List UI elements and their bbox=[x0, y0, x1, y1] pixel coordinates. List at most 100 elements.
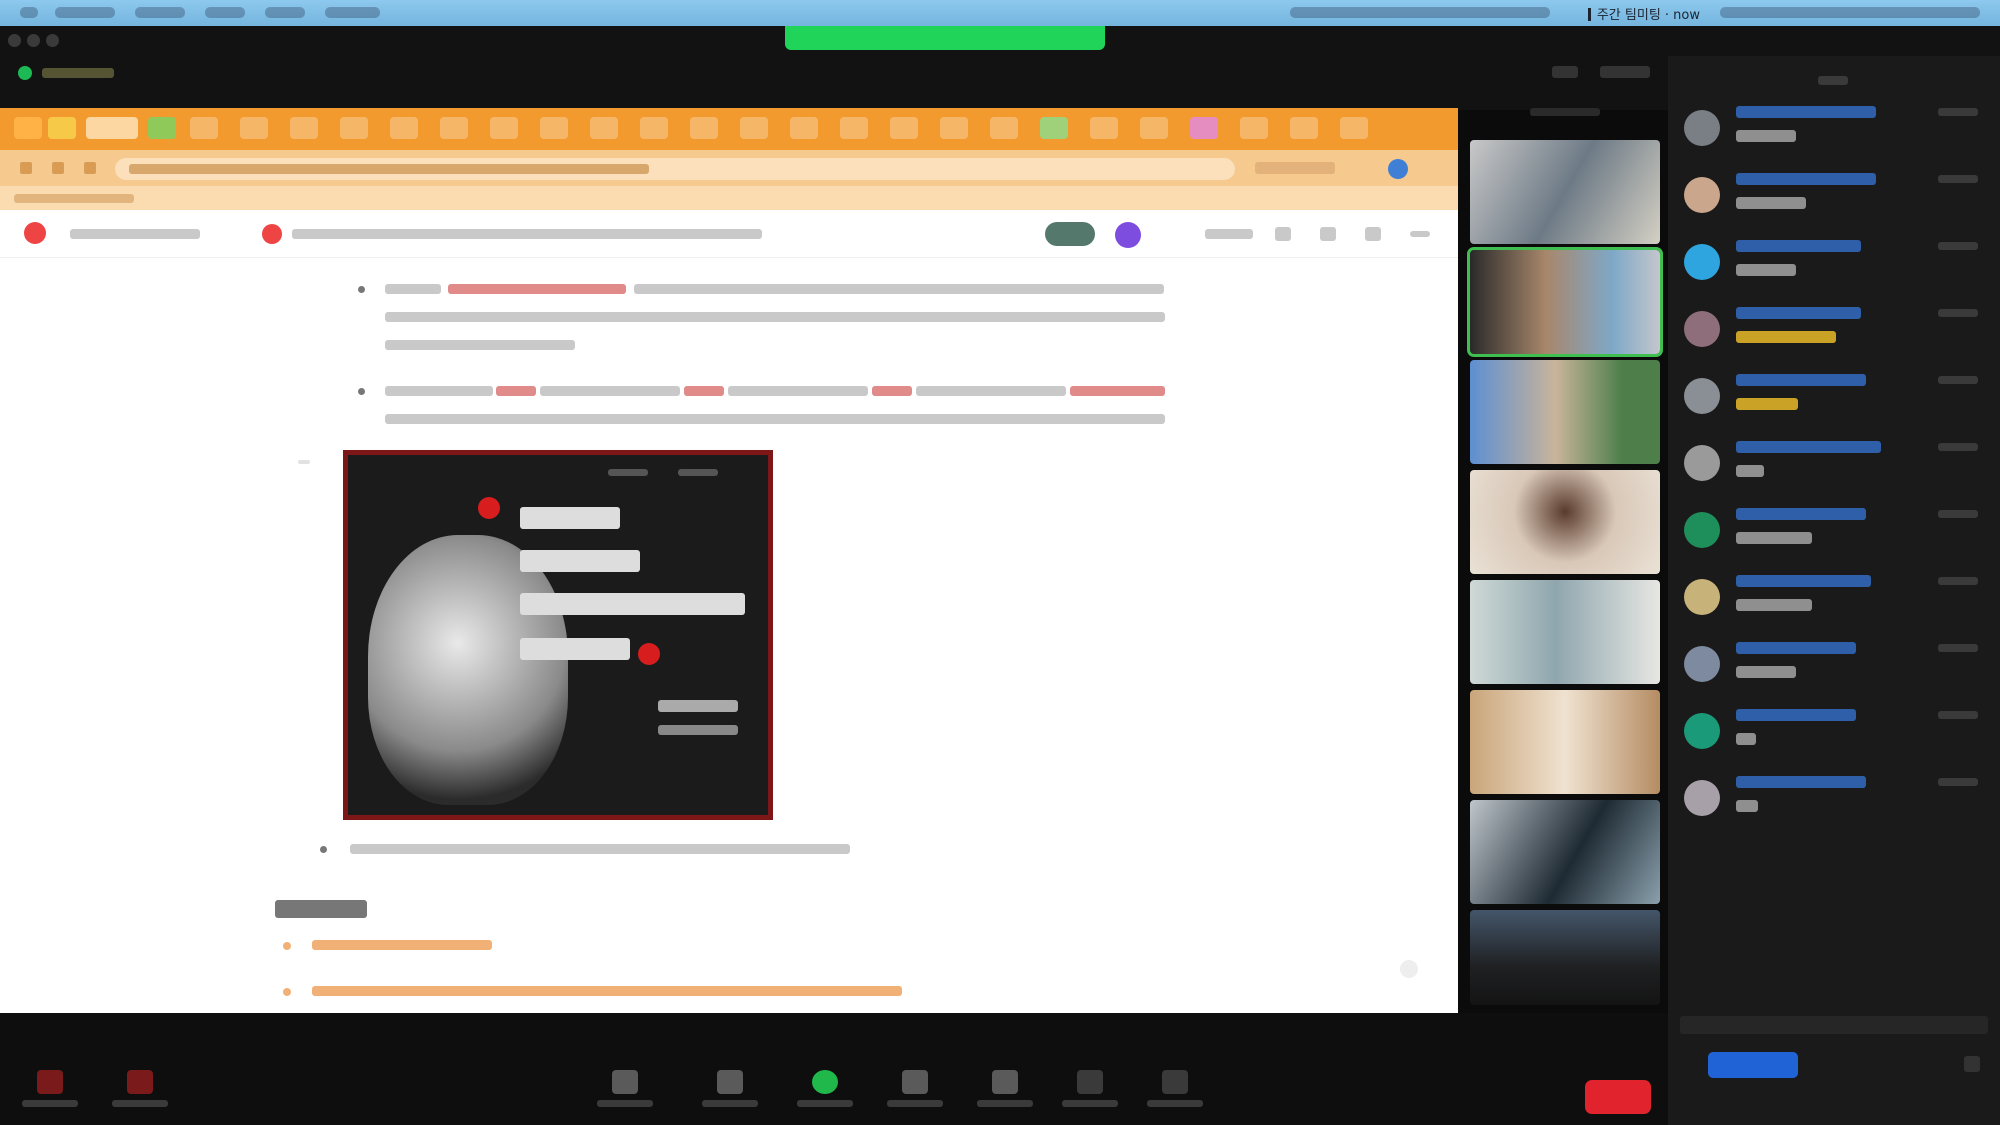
video-button[interactable] bbox=[100, 1070, 180, 1107]
browser-tab[interactable] bbox=[440, 117, 468, 139]
security-button[interactable] bbox=[585, 1070, 665, 1107]
participant-tile[interactable] bbox=[1470, 910, 1660, 1005]
mute-button[interactable] bbox=[10, 1070, 90, 1107]
new-tab-button[interactable] bbox=[1340, 117, 1368, 139]
share-button[interactable] bbox=[1205, 229, 1253, 239]
apple-menu-icon[interactable] bbox=[20, 7, 38, 18]
browser-tab[interactable] bbox=[290, 117, 318, 139]
participant-row[interactable] bbox=[1684, 163, 1984, 227]
browser-tab[interactable] bbox=[590, 117, 618, 139]
menu-item[interactable] bbox=[205, 7, 245, 18]
minimize-icon[interactable] bbox=[27, 34, 40, 47]
reload-icon[interactable] bbox=[84, 162, 96, 174]
browser-tab[interactable] bbox=[1240, 117, 1268, 139]
end-meeting-button[interactable] bbox=[1585, 1080, 1651, 1114]
comments-icon[interactable] bbox=[1275, 227, 1291, 241]
participant-row[interactable] bbox=[1684, 230, 1984, 294]
browser-tab[interactable] bbox=[240, 117, 268, 139]
user-avatar[interactable] bbox=[1115, 222, 1141, 248]
active-browser-tab[interactable] bbox=[86, 117, 138, 139]
participant-row[interactable] bbox=[1684, 699, 1984, 763]
browser-tab[interactable] bbox=[48, 117, 76, 139]
browser-tab[interactable] bbox=[690, 117, 718, 139]
menu-item[interactable] bbox=[135, 7, 185, 18]
profile-avatar[interactable] bbox=[1388, 159, 1408, 179]
participant-row[interactable] bbox=[1684, 498, 1984, 562]
orange-text-line bbox=[312, 986, 902, 996]
emoji-icon[interactable] bbox=[1964, 1056, 1980, 1072]
participant-tile[interactable] bbox=[1470, 690, 1660, 794]
reactions-button[interactable] bbox=[1050, 1070, 1130, 1107]
browser-tab[interactable] bbox=[640, 117, 668, 139]
browser-tab[interactable] bbox=[940, 117, 968, 139]
more-options-icon[interactable] bbox=[1410, 231, 1430, 237]
help-icon[interactable] bbox=[1400, 960, 1418, 978]
more-button[interactable] bbox=[1135, 1070, 1215, 1107]
text-line bbox=[916, 386, 1066, 396]
participant-tile[interactable] bbox=[1470, 360, 1660, 464]
participants-button[interactable] bbox=[690, 1070, 770, 1107]
breadcrumb-current-page[interactable] bbox=[292, 229, 762, 239]
back-icon[interactable] bbox=[20, 162, 32, 174]
browser-tab[interactable] bbox=[1190, 117, 1218, 139]
browser-tab[interactable] bbox=[490, 117, 518, 139]
browser-tab[interactable] bbox=[540, 117, 568, 139]
view-toggle-icon[interactable] bbox=[1552, 66, 1578, 78]
close-icon[interactable] bbox=[8, 34, 21, 47]
participant-row[interactable] bbox=[1684, 364, 1984, 428]
browser-tab[interactable] bbox=[1290, 117, 1318, 139]
extension-icons[interactable] bbox=[1255, 162, 1335, 174]
browser-tab[interactable] bbox=[1140, 117, 1168, 139]
fullscreen-icon[interactable] bbox=[46, 34, 59, 47]
browser-tab[interactable] bbox=[740, 117, 768, 139]
participant-tile[interactable] bbox=[1470, 470, 1660, 574]
menubar-status-icons[interactable] bbox=[1290, 7, 1550, 18]
browser-tab[interactable] bbox=[990, 117, 1018, 139]
menubar-clock-area[interactable] bbox=[1720, 7, 1980, 18]
participant-tile[interactable] bbox=[1470, 580, 1660, 684]
send-button[interactable] bbox=[1708, 1052, 1798, 1078]
browser-tab[interactable] bbox=[890, 117, 918, 139]
breadcrumb-parent[interactable] bbox=[70, 229, 200, 239]
meeting-status-text[interactable]: 주간 팀미팅 · now bbox=[1588, 4, 1700, 23]
participant-row[interactable] bbox=[1684, 632, 1984, 696]
chat-button[interactable] bbox=[875, 1070, 955, 1107]
participant-row[interactable] bbox=[1684, 766, 1984, 830]
record-button[interactable] bbox=[965, 1070, 1045, 1107]
participant-row[interactable] bbox=[1684, 96, 1984, 160]
quote-mark-icon bbox=[638, 643, 660, 665]
browser-tab[interactable] bbox=[1040, 117, 1068, 139]
address-bar[interactable] bbox=[115, 158, 1235, 180]
browser-tab[interactable] bbox=[14, 117, 42, 139]
updates-icon[interactable] bbox=[1320, 227, 1336, 241]
view-label[interactable] bbox=[42, 68, 114, 78]
menu-item[interactable] bbox=[55, 7, 115, 18]
participant-row[interactable] bbox=[1684, 297, 1984, 361]
menu-item[interactable] bbox=[325, 7, 380, 18]
participant-tile[interactable] bbox=[1470, 800, 1660, 904]
text-line bbox=[728, 386, 868, 396]
sidebar-toggle-icon[interactable] bbox=[24, 222, 46, 244]
browser-tab[interactable] bbox=[340, 117, 368, 139]
mic-icon bbox=[37, 1070, 63, 1094]
browser-tab[interactable] bbox=[790, 117, 818, 139]
browser-tab[interactable] bbox=[148, 117, 176, 139]
screen-share-indicator[interactable] bbox=[785, 26, 1105, 50]
favorite-icon[interactable] bbox=[1365, 227, 1381, 241]
drag-handle-icon[interactable] bbox=[298, 460, 310, 464]
participant-row[interactable] bbox=[1684, 565, 1984, 629]
browser-tab[interactable] bbox=[840, 117, 868, 139]
browser-tab[interactable] bbox=[390, 117, 418, 139]
share-screen-button[interactable] bbox=[785, 1070, 865, 1107]
participant-row[interactable] bbox=[1684, 431, 1984, 495]
menu-item[interactable] bbox=[265, 7, 305, 18]
participant-tile-active-speaker[interactable] bbox=[1467, 247, 1663, 357]
browser-tab[interactable] bbox=[190, 117, 218, 139]
view-options-button[interactable] bbox=[1600, 66, 1650, 78]
browser-tab[interactable] bbox=[1090, 117, 1118, 139]
chat-input[interactable] bbox=[1680, 1016, 1988, 1034]
participant-tile[interactable] bbox=[1470, 140, 1660, 244]
collaborator-avatars[interactable] bbox=[1045, 222, 1095, 246]
bookmark-item[interactable] bbox=[14, 194, 134, 203]
forward-icon[interactable] bbox=[52, 162, 64, 174]
